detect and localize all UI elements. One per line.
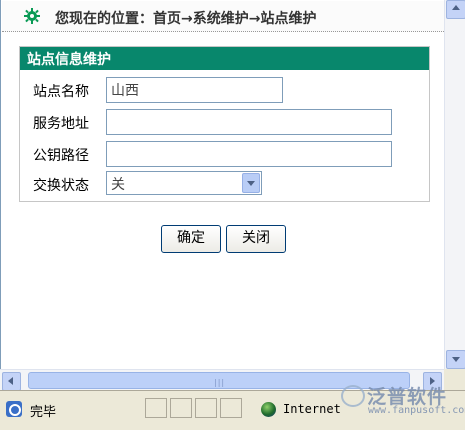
scroll-left-button[interactable] xyxy=(2,372,21,391)
gear-icon xyxy=(24,8,40,24)
scroll-up-button[interactable] xyxy=(446,0,465,19)
status-pane xyxy=(195,398,217,418)
panel-header: 站点信息维护 xyxy=(20,47,429,70)
exchange-status-row: 交换状态 关 xyxy=(20,170,429,198)
site-name-input[interactable]: 山西 xyxy=(106,77,283,103)
exchange-status-value: 关 xyxy=(111,177,125,193)
service-address-input[interactable] xyxy=(106,109,392,135)
page-content: 您现在的位置：首页→系统维护→站点维护 站点信息维护 站点名称 山西 服务地址 … xyxy=(0,0,445,369)
ie-page-icon xyxy=(6,401,22,417)
site-name-row: 站点名称 山西 xyxy=(20,76,429,104)
scroll-down-button[interactable] xyxy=(446,350,465,369)
chevron-down-icon xyxy=(247,181,255,186)
brand-logo-icon xyxy=(341,385,365,407)
internet-globe-icon xyxy=(261,402,276,417)
vertical-scrollbar[interactable] xyxy=(444,0,465,369)
status-pane xyxy=(170,398,192,418)
watermark-url: www.fanpusoft.com xyxy=(368,405,465,416)
arrow-up-icon xyxy=(452,5,460,10)
grip-icon: ||| xyxy=(214,378,226,387)
site-name-label: 站点名称 xyxy=(33,84,89,100)
service-address-row: 服务地址 xyxy=(20,108,429,136)
ok-button[interactable]: 确定 xyxy=(161,225,221,253)
exchange-status-label: 交换状态 xyxy=(33,178,89,194)
panel-title: 站点信息维护 xyxy=(27,52,111,68)
breadcrumb: 您现在的位置：首页→系统维护→站点维护 xyxy=(2,1,444,32)
dropdown-button[interactable] xyxy=(242,173,260,193)
site-info-panel: 站点信息维护 站点名称 山西 服务地址 公钥路径 交换状态 关 xyxy=(19,46,430,202)
arrow-left-icon xyxy=(8,377,13,385)
browser-window: 您现在的位置：首页→系统维护→站点维护 站点信息维护 站点名称 山西 服务地址 … xyxy=(0,0,465,430)
breadcrumb-text: 您现在的位置：首页→系统维护→站点维护 xyxy=(55,11,317,27)
exchange-status-select[interactable]: 关 xyxy=(106,171,262,195)
public-key-path-label: 公钥路径 xyxy=(33,148,89,164)
arrow-down-icon xyxy=(452,357,460,362)
public-key-path-row: 公钥路径 xyxy=(20,140,429,168)
watermark: 泛普软件 www.fanpusoft.com xyxy=(341,383,465,429)
status-pane xyxy=(145,398,167,418)
status-pane xyxy=(220,398,242,418)
close-button[interactable]: 关闭 xyxy=(226,225,286,253)
public-key-path-input[interactable] xyxy=(106,141,392,167)
status-text: 完毕 xyxy=(30,405,57,420)
service-address-label: 服务地址 xyxy=(33,116,89,132)
zone-text: Internet xyxy=(283,402,341,416)
